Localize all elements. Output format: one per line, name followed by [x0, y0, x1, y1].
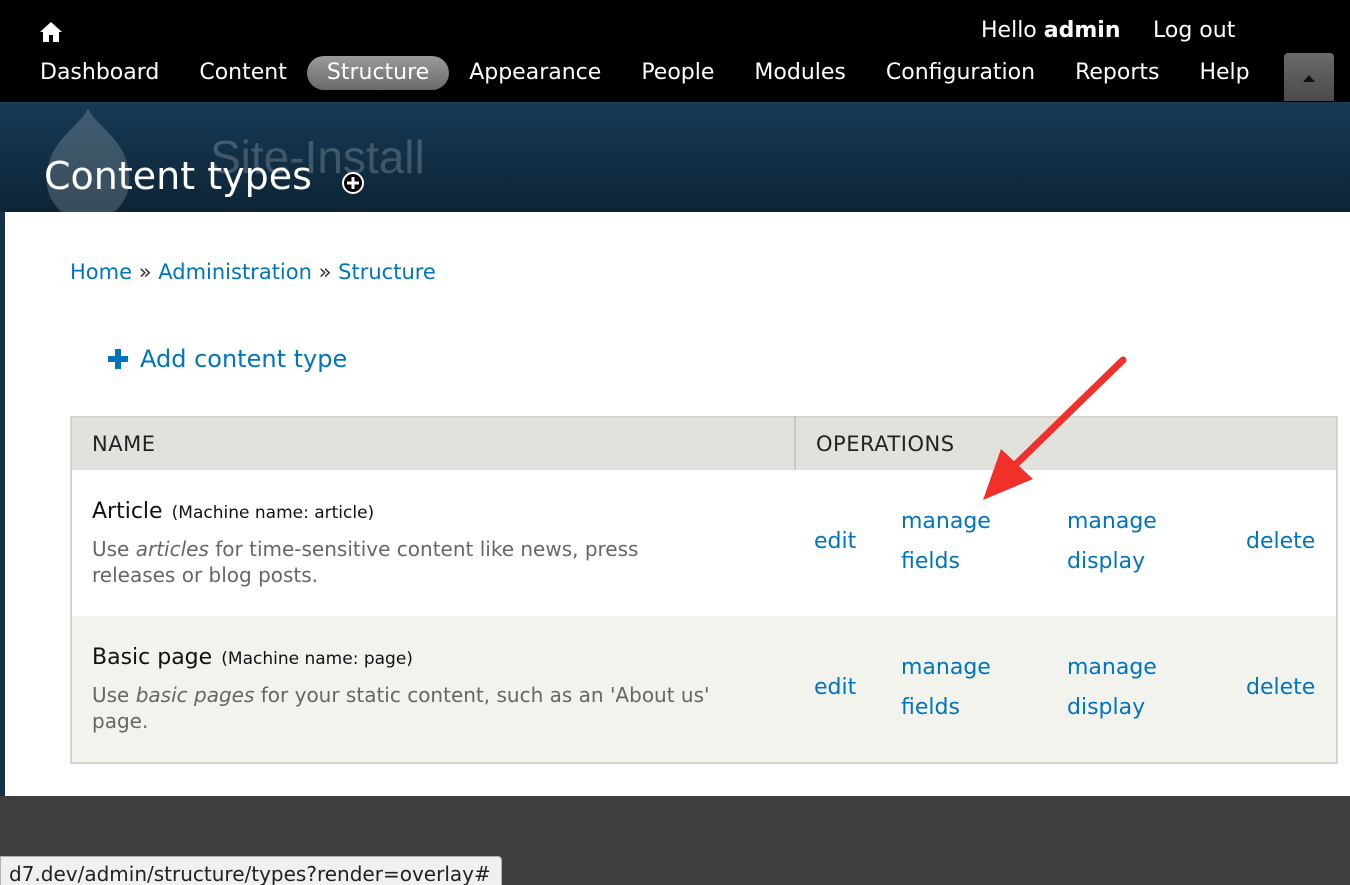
menu-item-modules[interactable]: Modules: [754, 56, 845, 90]
table-row: Article (Machine name: article) Use arti…: [71, 470, 1337, 616]
overlay-content: Home » Administration » Structure Add co…: [5, 212, 1350, 796]
operations-cell: edit manage fields manage display delete: [795, 616, 1337, 763]
breadcrumb-structure[interactable]: Structure: [338, 260, 436, 284]
name-cell: Article (Machine name: article) Use arti…: [71, 470, 795, 616]
manage-fields-link[interactable]: manage fields: [901, 502, 1011, 582]
content-type-name: Basic page: [92, 644, 213, 670]
annotation-arrow-icon: [983, 356, 1127, 500]
breadcrumb: Home » Administration » Structure: [70, 260, 436, 284]
name-cell: Basic page (Machine name: page) Use basi…: [71, 616, 795, 763]
content-type-description: Use basic pages for your static content,…: [92, 682, 712, 734]
menu-item-appearance[interactable]: Appearance: [469, 56, 601, 90]
manage-display-link[interactable]: manage display: [1067, 502, 1177, 582]
breadcrumb-home[interactable]: Home: [70, 260, 132, 284]
description-emphasis: articles: [135, 536, 209, 561]
home-icon[interactable]: [39, 20, 63, 44]
menu-item-content[interactable]: Content: [199, 56, 287, 90]
add-content-type-label: Add content type: [140, 345, 348, 373]
breadcrumb-separator: »: [318, 260, 332, 284]
greeting-username[interactable]: admin: [1044, 18, 1121, 43]
table-header-row: NAME OPERATIONS: [71, 417, 1337, 470]
overlay-header: Site-Install Content types: [0, 102, 1350, 212]
content-type-name: Article: [92, 498, 163, 524]
menu-item-structure[interactable]: Structure: [306, 56, 450, 90]
breadcrumb-separator: »: [138, 260, 152, 284]
description-text: Use: [92, 536, 136, 561]
browser-status-bar: d7.dev/admin/structure/types?render=over…: [0, 856, 502, 885]
manage-fields-link[interactable]: manage fields: [901, 648, 1011, 728]
description-emphasis: basic pages: [135, 682, 255, 707]
plus-icon: [108, 349, 128, 369]
row-heading: Basic page (Machine name: page): [92, 645, 775, 670]
edit-link[interactable]: edit: [814, 522, 856, 562]
triangle-up-icon: [1303, 75, 1315, 82]
admin-toolbar: Hello admin Log out Dashboard Content St…: [0, 0, 1350, 102]
menu-item-help[interactable]: Help: [1199, 56, 1249, 90]
menu-item-people[interactable]: People: [641, 56, 714, 90]
table-row: Basic page (Machine name: page) Use basi…: [71, 616, 1337, 763]
content-type-description: Use articles for time-sensitive content …: [92, 536, 712, 588]
machine-name: (Machine name: page): [221, 648, 413, 669]
add-content-type-link[interactable]: Add content type: [108, 345, 347, 373]
column-header-name: NAME: [71, 417, 796, 470]
delete-link[interactable]: delete: [1246, 522, 1315, 562]
greeting-prefix: Hello: [981, 18, 1044, 43]
content-types-table: NAME OPERATIONS Article (Machine name: a…: [70, 416, 1338, 764]
shortcuts-toggle-button[interactable]: [1284, 53, 1334, 101]
manage-display-link[interactable]: manage display: [1067, 648, 1177, 728]
page-title: Content types: [44, 154, 312, 198]
menu-item-configuration[interactable]: Configuration: [886, 56, 1035, 90]
description-text: Use: [92, 682, 136, 707]
delete-link[interactable]: delete: [1246, 668, 1315, 708]
menu-item-reports[interactable]: Reports: [1075, 56, 1159, 90]
admin-menu: Dashboard Content Structure Appearance P…: [40, 56, 1290, 90]
logout-link[interactable]: Log out: [1153, 18, 1235, 43]
row-heading: Article (Machine name: article): [92, 499, 775, 524]
breadcrumb-administration[interactable]: Administration: [158, 260, 312, 284]
plus-circle-icon[interactable]: [342, 172, 364, 194]
menu-item-dashboard[interactable]: Dashboard: [40, 56, 159, 90]
user-greeting: Hello admin: [981, 18, 1121, 43]
edit-link[interactable]: edit: [814, 668, 856, 708]
machine-name: (Machine name: article): [171, 502, 375, 523]
